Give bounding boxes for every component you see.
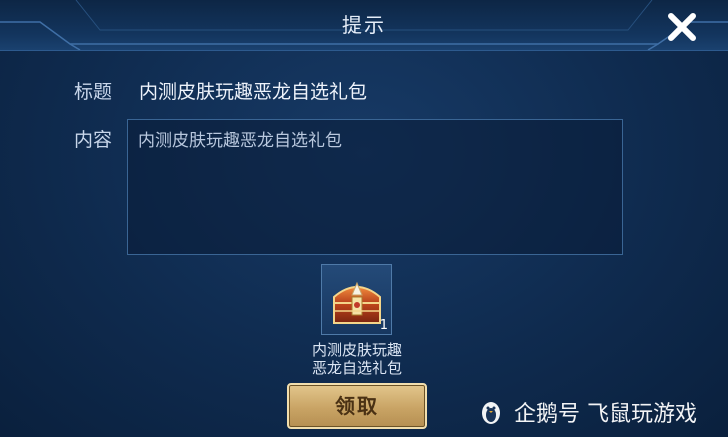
title-value: 内测皮肤玩趣恶龙自选礼包 — [139, 81, 368, 103]
item-count: 1 — [379, 318, 388, 333]
dialog-title: 提示 — [342, 13, 386, 37]
dialog-header: 提示 — [0, 0, 728, 51]
claim-button[interactable]: 领取 — [287, 383, 427, 429]
content-box: 内测皮肤玩趣恶龙自选礼包 — [127, 119, 623, 255]
reward-dialog: 提示 标题 内测皮肤玩趣恶龙自选礼包 内容 内测皮肤玩趣恶龙自选礼包 1 内测皮… — [0, 0, 728, 437]
close-button[interactable] — [663, 8, 701, 46]
content-text: 内测皮肤玩趣恶龙自选礼包 — [138, 131, 342, 151]
watermark-text: 企鹅号 飞鼠玩游戏 — [514, 402, 697, 427]
penguin-icon — [482, 402, 500, 424]
close-icon — [668, 13, 696, 41]
reward-item-slot[interactable]: 1 — [321, 264, 392, 335]
treasure-chest-icon — [333, 281, 381, 324]
content-label: 内容 — [74, 129, 113, 151]
title-label: 标题 — [74, 81, 113, 103]
claim-button-label: 领取 — [335, 394, 379, 418]
item-name: 内测皮肤玩趣恶龙自选礼包 — [311, 341, 402, 377]
watermark: 企鹅号 飞鼠玩游戏 — [478, 396, 697, 428]
